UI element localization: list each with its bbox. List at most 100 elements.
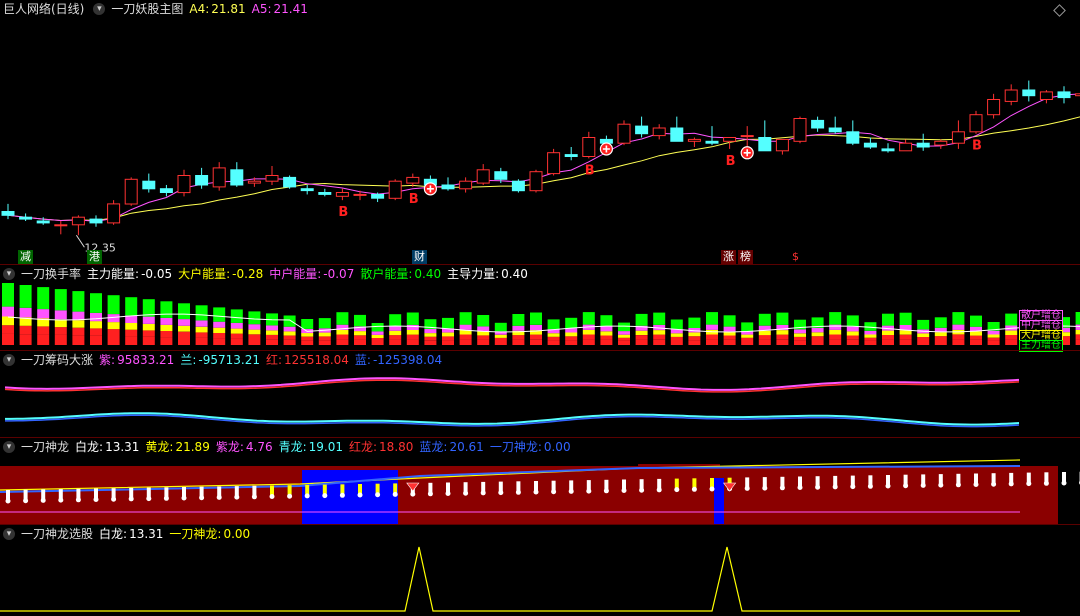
p3-item-0-label: 紫: bbox=[99, 353, 116, 367]
turnover-bar-segment bbox=[618, 337, 630, 341]
turnover-bar-segment bbox=[301, 319, 314, 329]
turnover-bar-segment bbox=[230, 309, 243, 323]
turnover-bar-segment bbox=[952, 339, 965, 345]
turnover-bar-segment bbox=[987, 330, 1000, 335]
turnover-bar-segment bbox=[811, 332, 824, 337]
turnover-bar-segment bbox=[776, 330, 789, 335]
dragon-tick-dot bbox=[920, 482, 926, 488]
dragon-tick-dot bbox=[551, 489, 557, 495]
screener-pane[interactable]: ▾ 一刀神龙选股 白龙: 13.31 一刀神龙: 0.00 bbox=[0, 525, 1080, 616]
turnover-bar-segment bbox=[512, 339, 525, 345]
chips-title[interactable]: 一刀筹码大涨 bbox=[21, 351, 93, 369]
turnover-bar-segment bbox=[565, 317, 578, 329]
turnover-bar-segment bbox=[230, 338, 243, 345]
dragon-tick-dot bbox=[111, 496, 117, 502]
turnover-bar-segment bbox=[1075, 339, 1080, 345]
turnover-pane[interactable]: ▾ 一刀换手率 主力能量: -0.05 大户能量: -0.28 中户能量: -0… bbox=[0, 265, 1080, 352]
turnover-bar-segment bbox=[459, 339, 472, 345]
turnover-bar-segment bbox=[494, 322, 507, 332]
dragon-tick-dot bbox=[1008, 481, 1014, 487]
chevron-down-icon[interactable]: ▾ bbox=[3, 268, 15, 280]
dragon-pane[interactable]: ▾ 一刀神龙 白龙: 13.31 黄龙: 21.89 紫龙: 4.76 青龙: … bbox=[0, 438, 1080, 524]
turnover-bar-segment bbox=[723, 335, 736, 340]
turnover-bar-segment bbox=[125, 329, 138, 337]
candle-body bbox=[1022, 89, 1036, 97]
dragon-tick-bar bbox=[921, 474, 926, 485]
turnover-bar-segment bbox=[970, 331, 982, 336]
turnover-bar-segment bbox=[741, 337, 754, 341]
turnover-bar-segment bbox=[389, 325, 402, 331]
turnover-bar-segment bbox=[125, 323, 138, 330]
candle-body bbox=[353, 193, 367, 196]
turnover-bar-segment bbox=[864, 334, 877, 338]
turnover-bar-segment bbox=[547, 333, 560, 337]
dragon-tick-dot bbox=[339, 492, 345, 498]
chips-pane[interactable]: ▾ 一刀筹码大涨 紫: 95833.21 兰: -95713.21 红: 125… bbox=[0, 351, 1080, 437]
candle-body bbox=[828, 127, 842, 133]
candle-body bbox=[1039, 91, 1053, 101]
dragon-tick-dot bbox=[885, 483, 891, 489]
turnover-bar-segment bbox=[195, 320, 208, 327]
turnover-bar-segment bbox=[530, 312, 542, 325]
chevron-down-icon[interactable]: ▾ bbox=[3, 441, 15, 453]
turnover-bar-segment bbox=[213, 338, 226, 345]
turnover-bar-segment bbox=[758, 335, 771, 340]
p5-item-0-label: 白龙: bbox=[99, 527, 128, 541]
turnover-bar-segment bbox=[213, 327, 226, 333]
turnover-bar-segment bbox=[758, 313, 771, 326]
turnover-bar-segment bbox=[2, 283, 14, 307]
turnover-bar-segment bbox=[600, 326, 613, 332]
turnover-bar-segment bbox=[90, 312, 102, 322]
tag-bang: 榜 bbox=[738, 250, 753, 264]
dragon-tick-dot bbox=[163, 495, 169, 501]
turnover-title[interactable]: 一刀换手率 bbox=[21, 265, 81, 283]
turnover-bar-segment bbox=[72, 327, 85, 336]
turnover-bar-segment bbox=[706, 339, 718, 345]
turnover-bar-segment bbox=[37, 326, 50, 335]
turnover-bar-segment bbox=[72, 320, 85, 328]
candle-body bbox=[247, 180, 261, 184]
turnover-bar-segment bbox=[512, 325, 525, 331]
turnover-bar-segment bbox=[952, 312, 965, 325]
p4-item-4-label: 红龙: bbox=[349, 440, 378, 454]
turnover-bar-segment bbox=[424, 336, 437, 341]
candle-body bbox=[1004, 89, 1018, 102]
turnover-bar-segment bbox=[723, 315, 736, 327]
dragon-tick-dot bbox=[850, 484, 856, 490]
turnover-bar-segment bbox=[794, 340, 806, 345]
turnover-bar-segment bbox=[336, 329, 349, 335]
turnover-bar-segment bbox=[653, 312, 666, 325]
turnover-bar-segment bbox=[213, 321, 226, 328]
turnover-bar-segment bbox=[354, 331, 366, 336]
p4-item-0-label: 白龙: bbox=[75, 440, 104, 454]
dragon-tick-bar bbox=[604, 479, 609, 490]
turnover-bar-segment bbox=[19, 325, 32, 335]
dragon-title[interactable]: 一刀神龙 bbox=[21, 438, 69, 456]
turnover-bar-segment bbox=[213, 333, 226, 339]
turnover-bar-segment bbox=[670, 336, 683, 341]
candlestick-chart: BBBBBB22.6512.35 bbox=[1, 80, 1080, 254]
candle-body bbox=[494, 171, 508, 180]
main-chart-pane[interactable]: 巨人网络(日线) ▾ 一刀妖股主图 A4: 21.81 A5: 21.41 BB… bbox=[0, 0, 1080, 264]
turnover-bar-segment bbox=[987, 340, 1000, 345]
turnover-bar-segment bbox=[688, 340, 701, 345]
screener-title[interactable]: 一刀神龙选股 bbox=[21, 525, 93, 543]
p5-item-1-value: 0.00 bbox=[223, 527, 251, 541]
dragon-tick-dot bbox=[762, 485, 768, 491]
turnover-bar-segment bbox=[864, 337, 877, 341]
turnover-bar-segment bbox=[811, 340, 824, 345]
buy-signal-label: B bbox=[338, 205, 348, 220]
turnover-bar-segment bbox=[653, 339, 666, 345]
turnover-bar-segment bbox=[829, 324, 842, 330]
turnover-bar-segment bbox=[1075, 334, 1080, 340]
dragon-tick-dot bbox=[234, 494, 240, 500]
turnover-bar-segment bbox=[794, 329, 806, 334]
chevron-down-icon[interactable]: ▾ bbox=[3, 354, 15, 366]
turnover-bar-segment bbox=[477, 339, 490, 345]
dragon-tick-dot bbox=[568, 488, 574, 494]
chevron-down-icon[interactable]: ▾ bbox=[3, 528, 15, 540]
p3-item-2-label: 红: bbox=[265, 353, 283, 367]
turnover-bar-segment bbox=[829, 334, 842, 340]
turnover-bar-segment bbox=[741, 322, 754, 331]
dragon-tick-dot bbox=[903, 483, 909, 489]
